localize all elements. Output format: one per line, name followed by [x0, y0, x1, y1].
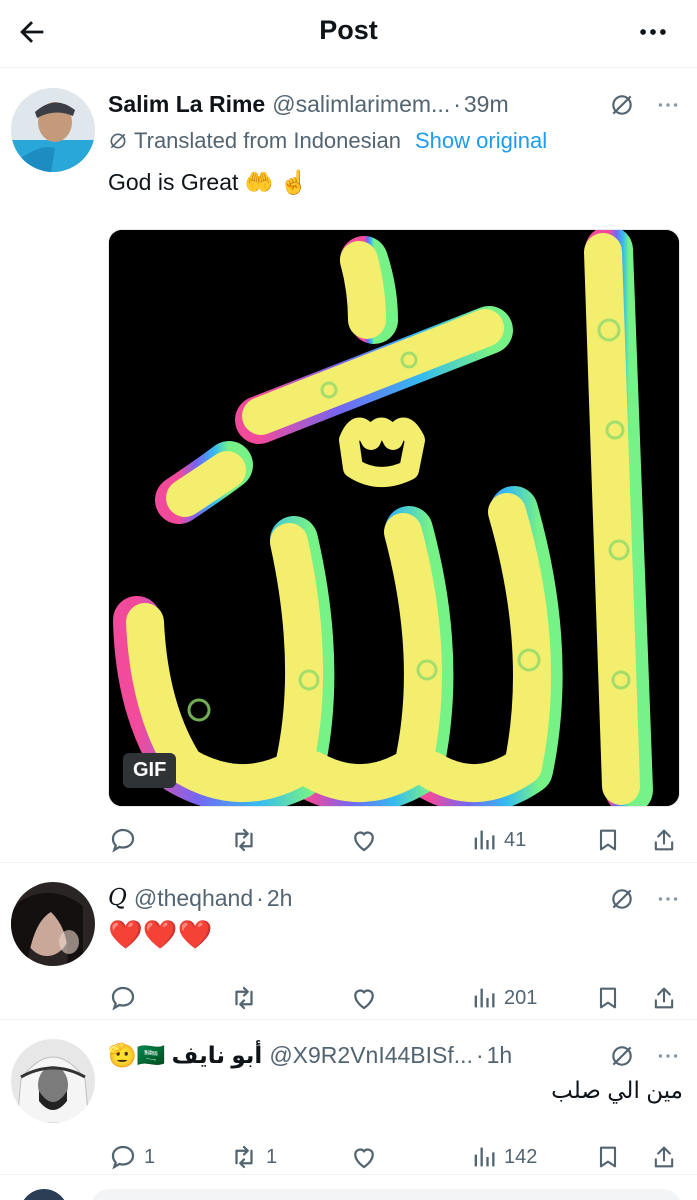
repost-icon [235, 986, 253, 1010]
grok-slash-icon[interactable] [609, 92, 635, 118]
author-handle[interactable]: @X9R2VnI44BISf... [269, 1042, 473, 1069]
author-name[interactable]: 🫡🇸🇦 أبو نايف [108, 1042, 262, 1069]
more-icon [640, 29, 666, 35]
avatar-image [11, 882, 95, 966]
reply-icon [111, 1145, 135, 1170]
repost-button[interactable] [228, 978, 266, 1018]
repost-button[interactable]: 1 [228, 1137, 277, 1177]
reply-button[interactable] [108, 820, 138, 860]
translated-label: Translated from Indonesian [134, 128, 401, 153]
like-icon [354, 1148, 374, 1169]
more-icon[interactable] [653, 886, 683, 912]
compose-field[interactable] [90, 1189, 682, 1200]
author-name[interactable]: Q [108, 885, 127, 911]
bookmark-button[interactable] [594, 1137, 622, 1177]
reply-button[interactable]: 1 [108, 1137, 155, 1177]
separator-dot: · [453, 90, 461, 117]
repost-icon [235, 828, 253, 852]
back-button[interactable] [10, 10, 54, 54]
show-original-link[interactable]: Show original [415, 128, 547, 154]
post-meta-actions [609, 886, 683, 912]
grok-slash-icon[interactable] [609, 1043, 635, 1069]
post-meta: 🫡🇸🇦 أبو نايف @X9R2VnI44BISf... · 1h [108, 1039, 683, 1071]
top-bar: Post [0, 0, 697, 68]
separator-dot: · [475, 1041, 484, 1068]
reply-compose-peek[interactable] [0, 1175, 697, 1200]
author-name[interactable]: Salim La Rime [108, 91, 265, 118]
separator-dot: · [256, 884, 264, 911]
post-actions: 41 [108, 820, 683, 860]
gif-badge: GIF [123, 753, 177, 788]
views-count: 201 [504, 986, 538, 1009]
back-arrow-icon [20, 21, 44, 43]
page-title: Post [319, 15, 378, 45]
reply-button[interactable] [108, 978, 144, 1018]
post-text: ❤️❤️❤️ [108, 919, 213, 950]
post-actions: 1 1 142 [108, 1137, 683, 1177]
translation-note: Translated from Indonesian Show original [108, 128, 547, 154]
views-icon [474, 1147, 495, 1167]
post-time[interactable]: 39m [464, 91, 509, 118]
share-button[interactable] [650, 1137, 678, 1177]
gif-image [109, 230, 679, 806]
bookmark-icon [599, 987, 617, 1009]
author-handle[interactable]: @theqhand [134, 885, 253, 912]
bookmark-icon [599, 1146, 617, 1168]
views-button[interactable]: 142 [470, 1137, 537, 1177]
views-button[interactable]: 201 [470, 978, 537, 1018]
reply-count: 1 [144, 1145, 156, 1168]
views-count: 41 [504, 828, 527, 851]
repost-icon [235, 1145, 253, 1169]
share-icon [654, 987, 674, 1009]
avatar[interactable] [11, 88, 95, 172]
avatar[interactable] [11, 1039, 95, 1123]
share-icon [654, 829, 674, 851]
gif-media[interactable]: GIF [108, 229, 680, 807]
more-icon[interactable] [653, 92, 683, 118]
share-button[interactable] [650, 820, 678, 860]
like-button[interactable] [348, 1137, 380, 1177]
post-meta-actions [609, 1043, 683, 1069]
post-text: مين الي صلب [551, 1077, 683, 1103]
like-icon [354, 989, 374, 1010]
bookmark-icon [599, 829, 617, 851]
bookmark-button[interactable] [594, 820, 622, 860]
reply-icon [111, 828, 135, 853]
post-time[interactable]: 2h [267, 885, 293, 912]
reply-icon [111, 986, 135, 1011]
like-button[interactable] [348, 978, 380, 1018]
avatar[interactable] [11, 882, 95, 966]
like-button[interactable] [348, 820, 380, 860]
repost-count: 1 [266, 1145, 278, 1168]
grok-slash-icon[interactable] [609, 886, 635, 912]
views-count: 142 [504, 1145, 538, 1168]
avatar-image [11, 1039, 95, 1123]
reply-post[interactable]: Q @theqhand · 2h ❤️❤️❤️ 201 [0, 864, 697, 1020]
share-icon [654, 1146, 674, 1168]
post-text: God is Great 🤲 ☝️ [108, 169, 309, 195]
post-time[interactable]: 1h [487, 1042, 513, 1069]
reply-post[interactable]: 🫡🇸🇦 أبو نايف @X9R2VnI44BISf... · 1h مين … [0, 1021, 697, 1175]
avatar-image [11, 88, 95, 172]
like-icon [354, 831, 374, 852]
more-options-button[interactable] [631, 10, 675, 54]
more-icon[interactable] [653, 1043, 683, 1069]
compose-avatar [20, 1189, 68, 1200]
post-actions: 201 [108, 978, 683, 1018]
post-meta: Q @theqhand · 2h [108, 882, 683, 914]
grok-slash-icon [110, 133, 126, 149]
post-meta: Salim La Rime @salimlarimem... · 39m [108, 88, 683, 120]
views-icon [474, 988, 495, 1008]
share-button[interactable] [650, 978, 678, 1018]
post-meta-actions [609, 92, 683, 118]
bookmark-button[interactable] [594, 978, 622, 1018]
main-post[interactable]: Salim La Rime @salimlarimem... · 39m Tra… [0, 69, 697, 863]
author-handle[interactable]: @salimlarimem... [272, 91, 450, 118]
repost-button[interactable] [228, 820, 260, 860]
views-button[interactable]: 41 [470, 820, 526, 860]
views-icon [474, 830, 495, 850]
